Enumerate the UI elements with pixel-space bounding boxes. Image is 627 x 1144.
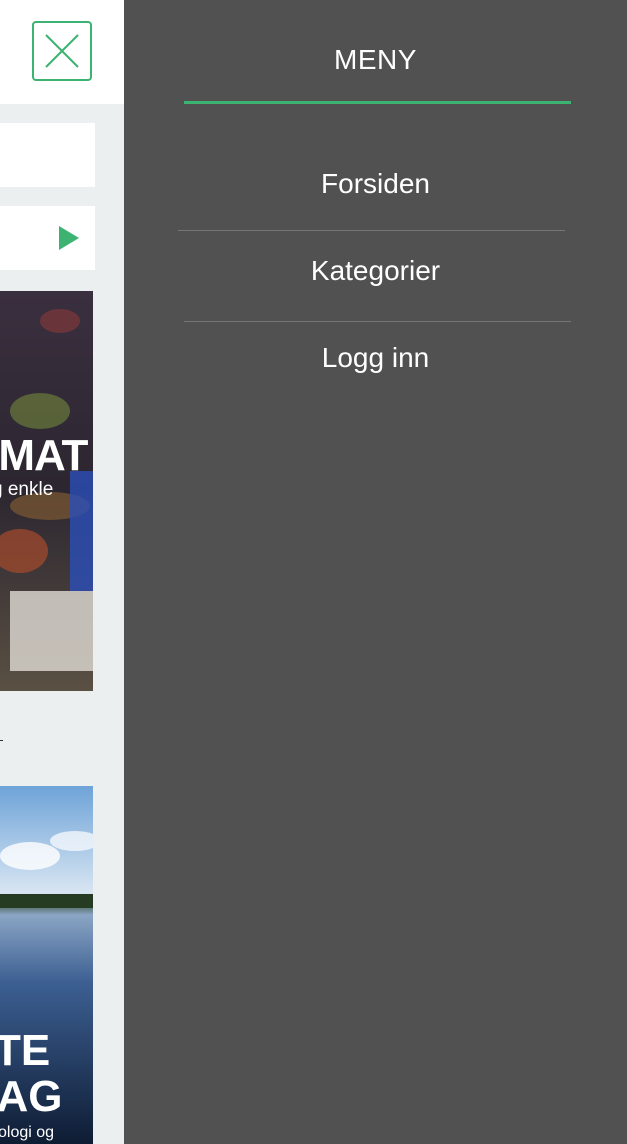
banner-image-food[interactable]: SMAT g enkle [0, 291, 93, 691]
menu-item-forsiden[interactable]: Forsiden [124, 168, 627, 200]
banner1-headline: SMAT [0, 431, 88, 480]
play-icon [59, 226, 79, 250]
banner1-subtitle: g enkle [0, 479, 54, 500]
menu-item-kategorier[interactable]: Kategorier [124, 255, 627, 287]
divider [0, 740, 3, 741]
top-bar [0, 0, 124, 104]
menu-divider [178, 230, 565, 231]
menu-title-underline [184, 101, 571, 104]
select-field[interactable] [0, 206, 95, 270]
banner-image-lake[interactable]: TE FAG ologi og [0, 786, 93, 1144]
background-page: SMAT g enkle TE FAG ologi og [0, 0, 124, 1144]
search-field[interactable] [0, 123, 95, 187]
banner2-headline-2: FAG [0, 1072, 63, 1121]
banner2-headline-1: TE [0, 1026, 51, 1075]
banner2-subtitle: ologi og [0, 1124, 55, 1141]
menu-title: MENY [334, 44, 417, 75]
side-menu: MENY Forsiden Kategorier Logg inn [124, 0, 627, 1144]
menu-divider [184, 321, 571, 322]
close-icon [45, 34, 79, 68]
menu-item-logg-inn[interactable]: Logg inn [124, 342, 627, 374]
close-menu-button[interactable] [32, 21, 92, 81]
